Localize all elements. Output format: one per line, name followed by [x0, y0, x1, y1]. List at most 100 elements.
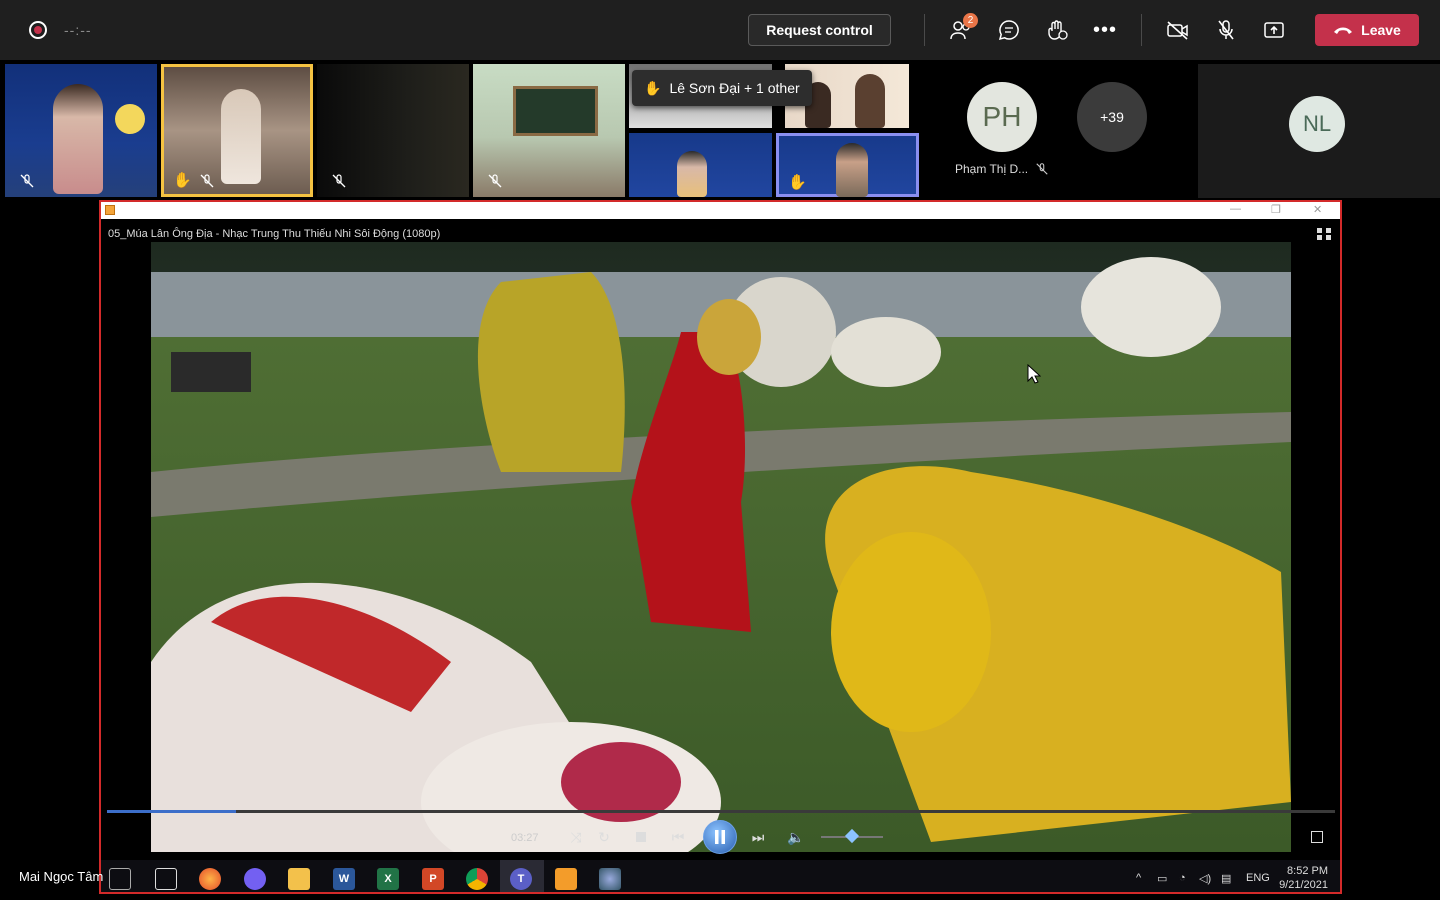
- meeting-timer: --:--: [64, 22, 92, 38]
- raised-hands-text: Lê Sơn Đại + 1 other: [669, 80, 800, 96]
- task-view-icon[interactable]: [109, 868, 131, 890]
- muted-mic-icon: [20, 174, 34, 188]
- leave-button[interactable]: Leave: [1315, 14, 1419, 46]
- teams-icon[interactable]: T: [510, 868, 532, 890]
- file-explorer-icon[interactable]: [288, 868, 310, 890]
- battery-icon[interactable]: ▭: [1157, 872, 1167, 885]
- shared-screen-area: — ❐ ✕ 05_Múa Lân Ông Địa - Nhạc Trung Th…: [0, 200, 1440, 900]
- leave-label: Leave: [1361, 22, 1401, 38]
- meeting-control-bar: --:-- Request control 2 ••• Leave: [0, 0, 1440, 60]
- participant-name: Phạm Thị D...: [955, 162, 1029, 176]
- avatar-nl[interactable]: NL: [1289, 96, 1345, 152]
- chrome-icon[interactable]: [466, 868, 488, 890]
- avatar-ph[interactable]: PH: [967, 82, 1037, 152]
- share-screen-icon: [1264, 22, 1284, 38]
- previous-icon: ⏮: [671, 828, 685, 845]
- paint-icon[interactable]: [599, 868, 621, 890]
- excel-icon[interactable]: X: [377, 868, 399, 890]
- divider: [924, 14, 925, 46]
- muted-mic-icon: [1036, 163, 1048, 175]
- share-button[interactable]: [1260, 16, 1288, 44]
- hang-up-icon: [1334, 27, 1353, 34]
- fullscreen-icon: [1311, 831, 1323, 843]
- clock-time: 8:52 PM: [1287, 865, 1328, 877]
- notification-icon[interactable]: ▤: [1221, 872, 1231, 885]
- raised-hand-icon: ✋: [788, 174, 807, 191]
- minimize-button[interactable]: —: [1230, 203, 1241, 215]
- video-tile[interactable]: [317, 64, 469, 197]
- seek-bar[interactable]: [107, 810, 1335, 813]
- video-tile-selected[interactable]: ✋: [776, 133, 919, 197]
- switch-to-library-icon[interactable]: [1316, 227, 1332, 241]
- pause-button[interactable]: [703, 820, 737, 854]
- shuffle-icon: ⤨: [570, 828, 582, 845]
- shuffle-button[interactable]: ⤨: [565, 826, 587, 848]
- participants-badge: 2: [963, 13, 978, 28]
- previous-button[interactable]: ⏮: [667, 826, 689, 848]
- video-tile-speaking[interactable]: ✋: [161, 64, 313, 197]
- raised-hand-icon: ✋: [173, 172, 192, 189]
- tray-chevron-icon[interactable]: ^: [1136, 872, 1141, 884]
- close-button[interactable]: ✕: [1313, 203, 1322, 216]
- repeat-icon: ↻: [598, 828, 610, 845]
- participant-video: [855, 74, 885, 128]
- seek-bar-fill: [107, 810, 236, 813]
- word-icon[interactable]: W: [333, 868, 355, 890]
- firefox-icon[interactable]: [199, 868, 221, 890]
- raised-hand-icon: ✋: [644, 79, 662, 96]
- next-icon: ⏭: [751, 828, 765, 845]
- reactions-button[interactable]: [1043, 16, 1071, 44]
- participant-video: [53, 84, 103, 194]
- pause-icon: [715, 830, 725, 844]
- participant-video: [677, 151, 707, 197]
- camera-off-icon: [1167, 21, 1188, 40]
- camera-toggle[interactable]: [1164, 16, 1192, 44]
- volume-slider[interactable]: [821, 828, 883, 844]
- windows-taskbar: W X P T ^ ▭ ◔ ◁) ▤ ENG 8:52 PM 9/21/2021: [101, 860, 1340, 892]
- next-button[interactable]: ⏭: [747, 826, 769, 848]
- media-player-app-icon: [105, 205, 115, 215]
- muted-mic-icon: [200, 174, 214, 188]
- fullscreen-button[interactable]: [1306, 826, 1328, 848]
- raise-hand-icon: [1048, 20, 1068, 40]
- video-tile[interactable]: [473, 64, 625, 197]
- raised-hands-tooltip: ✋ Lê Sơn Đại + 1 other: [632, 70, 812, 106]
- participant-video: [221, 89, 261, 184]
- chat-button[interactable]: [995, 16, 1023, 44]
- viber-icon[interactable]: [244, 868, 266, 890]
- volume-icon[interactable]: ◁): [1199, 872, 1211, 885]
- presenter-name: Mai Ngọc Tâm: [19, 869, 104, 884]
- participants-button[interactable]: 2: [947, 13, 978, 44]
- video-tile[interactable]: [629, 133, 772, 197]
- speaker-icon: 🔈: [787, 828, 805, 845]
- moon-graphic: [115, 104, 145, 134]
- video-title: 05_Múa Lân Ông Địa - Nhạc Trung Thu Thiế…: [108, 228, 441, 240]
- elapsed-time: 03:27: [511, 832, 539, 844]
- mic-toggle[interactable]: [1212, 16, 1240, 44]
- taskbar-clock[interactable]: 8:52 PM 9/21/2021: [1279, 864, 1328, 892]
- mic-off-icon: [1218, 20, 1234, 40]
- window-titlebar: — ❐ ✕: [101, 202, 1340, 219]
- language-indicator[interactable]: ENG: [1246, 872, 1270, 884]
- request-control-button[interactable]: Request control: [748, 14, 891, 46]
- video-tile[interactable]: [5, 64, 157, 197]
- clock-date: 9/21/2021: [1279, 879, 1328, 891]
- chat-icon: [998, 20, 1019, 41]
- task-view-icon[interactable]: [155, 868, 177, 890]
- more-actions-button[interactable]: •••: [1091, 16, 1119, 44]
- powerpoint-icon[interactable]: P: [422, 868, 444, 890]
- stop-icon: [636, 832, 646, 842]
- participant-video: [836, 143, 868, 197]
- muted-mic-icon: [488, 174, 502, 188]
- divider: [1141, 14, 1142, 46]
- classroom-board: [513, 86, 598, 136]
- stop-button[interactable]: [630, 826, 652, 848]
- side-participant-panel: NL: [1198, 64, 1440, 198]
- overflow-participants[interactable]: +39: [1077, 82, 1147, 152]
- media-player-icon[interactable]: [555, 868, 577, 890]
- muted-mic-icon: [332, 174, 346, 188]
- wifi-icon[interactable]: ◔: [1179, 872, 1186, 884]
- volume-button[interactable]: 🔈: [785, 826, 807, 848]
- repeat-button[interactable]: ↻: [593, 826, 615, 848]
- restore-button[interactable]: ❐: [1271, 203, 1281, 216]
